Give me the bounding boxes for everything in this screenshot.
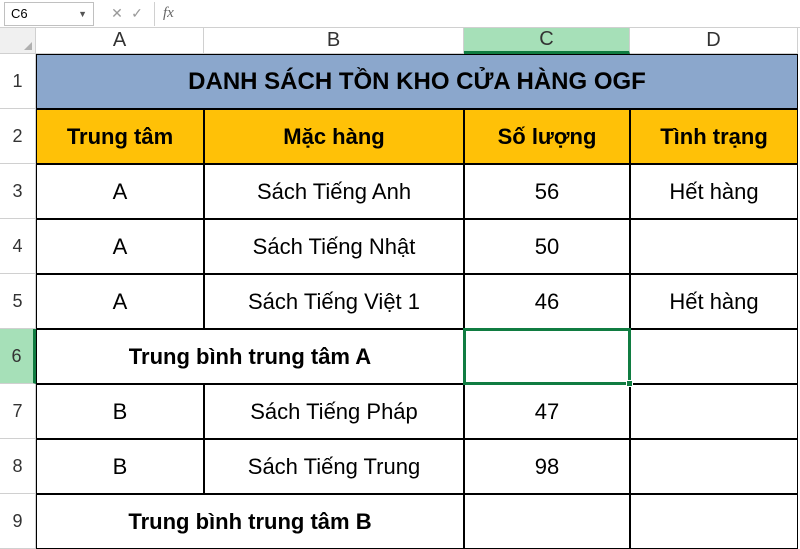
cell-c7[interactable]: 47 [464, 384, 630, 439]
cell-c4[interactable]: 50 [464, 219, 630, 274]
row-header-8[interactable]: 8 [0, 439, 36, 494]
cell-a4[interactable]: A [36, 219, 204, 274]
row-header-3[interactable]: 3 [0, 164, 36, 219]
row-5: 5 A Sách Tiếng Việt 1 46 Hết hàng [0, 274, 800, 329]
name-box[interactable]: C6 ▼ [4, 2, 94, 26]
cell-b5[interactable]: Sách Tiếng Việt 1 [204, 274, 464, 329]
cell-b7[interactable]: Sách Tiếng Pháp [204, 384, 464, 439]
column-header-b[interactable]: B [204, 28, 464, 54]
row-header-6[interactable]: 6 [0, 329, 36, 384]
header-so-luong[interactable]: Số lượng [464, 109, 630, 164]
title-cell[interactable]: DANH SÁCH TỒN KHO CỬA HÀNG OGF [36, 54, 798, 109]
column-header-a[interactable]: A [36, 28, 204, 54]
cell-d3[interactable]: Hết hàng [630, 164, 798, 219]
header-tinh-trang[interactable]: Tình trạng [630, 109, 798, 164]
row-3: 3 A Sách Tiếng Anh 56 Hết hàng [0, 164, 800, 219]
cell-c3[interactable]: 56 [464, 164, 630, 219]
row-header-9[interactable]: 9 [0, 494, 36, 549]
cell-c6[interactable] [464, 329, 630, 384]
cell-c5[interactable]: 46 [464, 274, 630, 329]
row-header-4[interactable]: 4 [0, 219, 36, 274]
row-7: 7 B Sách Tiếng Pháp 47 [0, 384, 800, 439]
fill-handle-icon[interactable] [626, 380, 633, 387]
row-6: 6 Trung bình trung tâm A [0, 329, 800, 384]
formula-bar: C6 ▼ ✕ ✓ fx [0, 0, 800, 28]
subtotal-a-label[interactable]: Trung bình trung tâm A [36, 329, 464, 384]
cell-c9[interactable] [464, 494, 630, 549]
formula-input[interactable] [182, 2, 800, 26]
cell-d5[interactable]: Hết hàng [630, 274, 798, 329]
cell-d6[interactable] [630, 329, 798, 384]
row-9: 9 Trung bình trung tâm B [0, 494, 800, 549]
header-mac-hang[interactable]: Mặc hàng [204, 109, 464, 164]
row-8: 8 B Sách Tiếng Trung 98 [0, 439, 800, 494]
cell-a3[interactable]: A [36, 164, 204, 219]
row-header-1[interactable]: 1 [0, 54, 36, 109]
cancel-icon[interactable]: ✕ [108, 5, 126, 22]
row-header-5[interactable]: 5 [0, 274, 36, 329]
formula-controls: ✕ ✓ [100, 2, 155, 26]
cell-d7[interactable] [630, 384, 798, 439]
cell-a5[interactable]: A [36, 274, 204, 329]
row-header-7[interactable]: 7 [0, 384, 36, 439]
cell-a8[interactable]: B [36, 439, 204, 494]
spreadsheet-grid: A B C D 1 DANH SÁCH TỒN KHO CỬA HÀNG OGF… [0, 28, 800, 549]
confirm-icon[interactable]: ✓ [128, 5, 146, 22]
column-header-d[interactable]: D [630, 28, 798, 54]
cell-d8[interactable] [630, 439, 798, 494]
cell-b3[interactable]: Sách Tiếng Anh [204, 164, 464, 219]
select-all-corner[interactable] [0, 28, 36, 54]
cell-c8[interactable]: 98 [464, 439, 630, 494]
row-header-2[interactable]: 2 [0, 109, 36, 164]
cell-a7[interactable]: B [36, 384, 204, 439]
row-2: 2 Trung tâm Mặc hàng Số lượng Tình trạng [0, 109, 800, 164]
fx-icon[interactable]: fx [155, 5, 182, 22]
row-1: 1 DANH SÁCH TỒN KHO CỬA HÀNG OGF [0, 54, 800, 109]
header-trung-tam[interactable]: Trung tâm [36, 109, 204, 164]
column-header-c[interactable]: C [464, 28, 630, 54]
row-4: 4 A Sách Tiếng Nhật 50 [0, 219, 800, 274]
cell-b8[interactable]: Sách Tiếng Trung [204, 439, 464, 494]
subtotal-b-label[interactable]: Trung bình trung tâm B [36, 494, 464, 549]
column-headers: A B C D [0, 28, 800, 54]
cell-b4[interactable]: Sách Tiếng Nhật [204, 219, 464, 274]
cell-reference: C6 [11, 6, 28, 21]
chevron-down-icon[interactable]: ▼ [78, 9, 87, 19]
cell-d4[interactable] [630, 219, 798, 274]
cell-d9[interactable] [630, 494, 798, 549]
